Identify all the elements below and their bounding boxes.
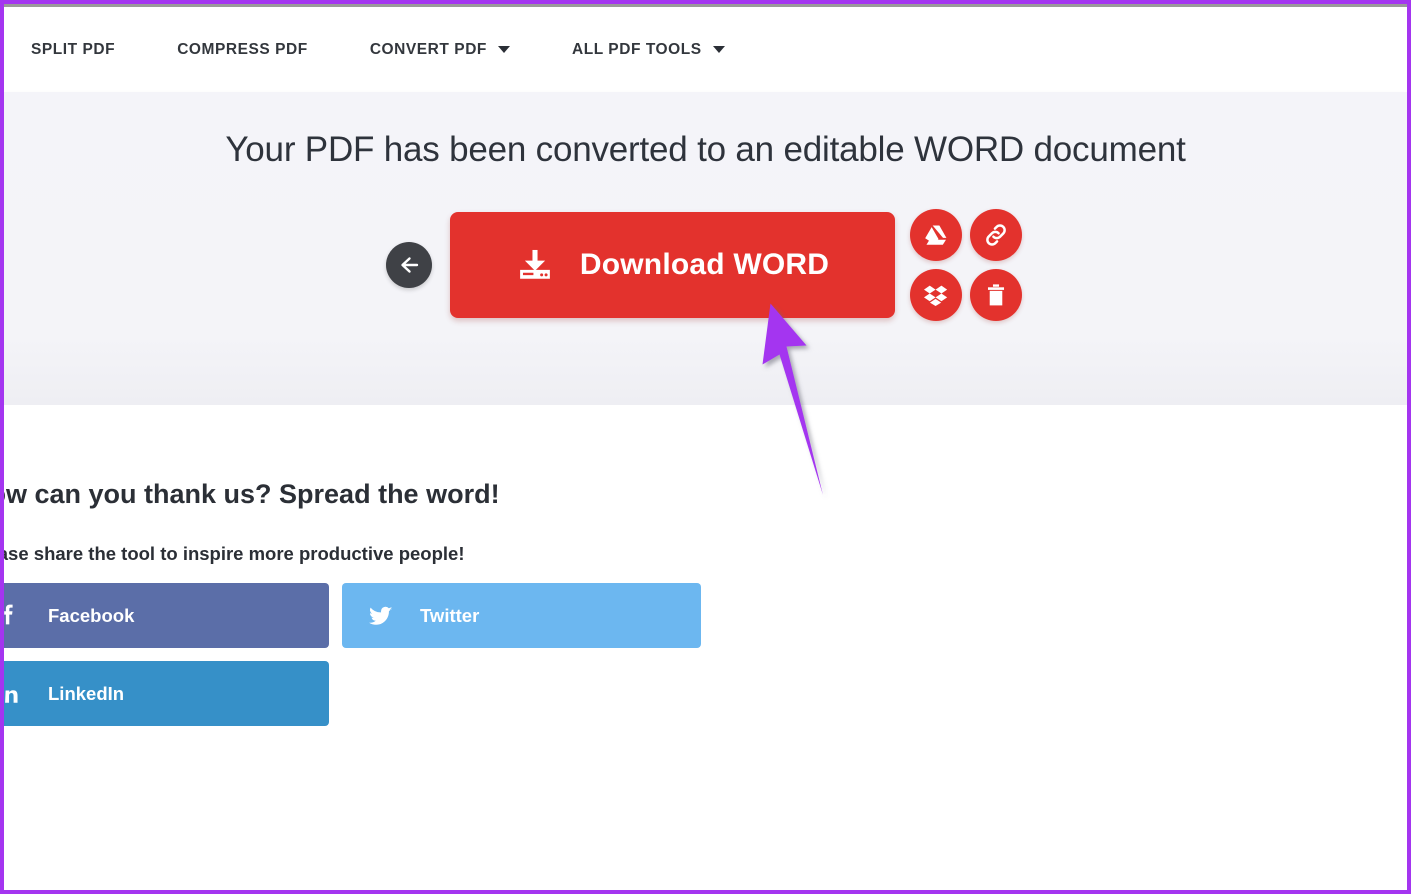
share-section: How can you thank us? Spread the word! P…	[4, 405, 1407, 890]
nav-item-label: CONVERT PDF	[369, 40, 487, 58]
download-button-label: Download WORD	[579, 248, 830, 281]
share-linkedin-button[interactable]: LinkedIn	[4, 661, 329, 726]
back-button[interactable]	[386, 242, 432, 288]
window-top-edge	[4, 4, 1407, 7]
social-row: Facebook Twitter	[4, 583, 750, 648]
share-facebook-button[interactable]: Facebook	[4, 583, 329, 648]
social-button-label: Twitter	[420, 604, 480, 626]
social-button-label: LinkedIn	[48, 682, 125, 704]
social-button-label: Facebook	[48, 604, 135, 626]
site-header: SPLIT PDF COMPRESS PDF CONVERT PDF ALL P…	[4, 7, 1407, 92]
save-to-google-drive-button[interactable]	[910, 209, 962, 261]
share-heading: How can you thank us? Spread the word!	[0, 479, 500, 509]
dropbox-icon	[923, 285, 948, 307]
nav-item-compress-pdf[interactable]: COMPRESS PDF	[177, 41, 308, 59]
nav-item-label: SPLIT PDF	[31, 40, 116, 58]
trash-icon	[987, 284, 1005, 306]
chevron-down-icon	[712, 46, 725, 53]
social-row: LinkedIn	[4, 661, 750, 726]
delete-file-button[interactable]	[970, 269, 1022, 321]
download-word-button[interactable]: Download WORD	[450, 212, 895, 318]
link-icon	[986, 224, 1006, 246]
page-title: Your PDF has been converted to an editab…	[225, 130, 1186, 169]
chevron-down-icon	[497, 46, 510, 53]
share-subheading: Please share the tool to inspire more pr…	[0, 543, 465, 564]
download-icon	[516, 246, 554, 284]
twitter-icon	[342, 604, 420, 628]
nav-item-all-pdf-tools[interactable]: ALL PDF TOOLS	[572, 41, 725, 59]
arrow-left-icon	[401, 257, 419, 273]
secondary-actions	[907, 206, 1025, 324]
nav-item-label: ALL PDF TOOLS	[571, 40, 702, 58]
main-navigation: SPLIT PDF COMPRESS PDF CONVERT PDF ALL P…	[31, 41, 787, 59]
download-action-row: Download WORD	[4, 206, 1407, 324]
browser-page: SPLIT PDF COMPRESS PDF CONVERT PDF ALL P…	[0, 0, 1411, 894]
social-share-buttons: Facebook Twitter LinkedIn	[4, 583, 750, 739]
conversion-result-hero: Your PDF has been converted to an editab…	[4, 92, 1407, 405]
share-twitter-button[interactable]: Twitter	[342, 583, 701, 648]
nav-item-split-pdf[interactable]: SPLIT PDF	[31, 41, 115, 59]
nav-item-convert-pdf[interactable]: CONVERT PDF	[370, 41, 510, 59]
save-to-dropbox-button[interactable]	[910, 269, 962, 321]
nav-item-label: COMPRESS PDF	[177, 40, 308, 58]
facebook-icon	[4, 604, 48, 628]
google-drive-icon	[925, 225, 947, 245]
copy-link-button[interactable]	[970, 209, 1022, 261]
linkedin-icon	[4, 682, 48, 706]
